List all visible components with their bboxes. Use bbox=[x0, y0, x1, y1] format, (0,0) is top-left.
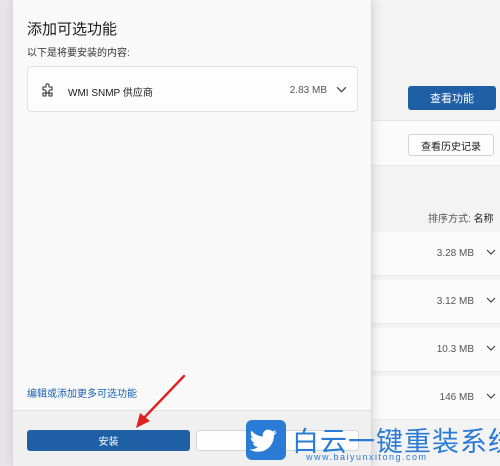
chevron-down-icon[interactable] bbox=[336, 84, 347, 95]
sort-label: 排序方式: bbox=[428, 214, 471, 225]
watermark: 白云一键重装系统 www.baiyunxitong.com bbox=[244, 418, 500, 466]
watermark-url: www.baiyunxitong.com bbox=[306, 452, 428, 462]
dialog-title: 添加可选功能 bbox=[27, 21, 118, 38]
chevron-down-icon[interactable] bbox=[486, 247, 496, 257]
feature-item[interactable]: WMI SNMP 供应商 2.83 MB bbox=[27, 66, 358, 112]
background-left-strip bbox=[0, 0, 12, 466]
sort-value: 名称 bbox=[473, 214, 494, 225]
view-history-button[interactable]: 查看历史记录 bbox=[408, 134, 494, 156]
installed-feature-row[interactable]: 10.3 MB bbox=[372, 328, 500, 372]
installed-feature-row[interactable]: 3.28 MB bbox=[372, 232, 500, 276]
puzzle-icon bbox=[42, 83, 53, 97]
feature-size: 10.3 MB bbox=[436, 344, 474, 355]
feature-name: WMI SNMP 供应商 bbox=[68, 88, 153, 99]
twitter-bird-logo-icon bbox=[246, 420, 286, 460]
install-button[interactable]: 安装 bbox=[27, 430, 190, 451]
add-optional-feature-dialog: 添加可选功能 以下是将要安装的内容: WMI SNMP 供应商 2.83 MB … bbox=[12, 0, 372, 466]
installed-feature-row[interactable]: 146 MB bbox=[372, 376, 500, 420]
chevron-down-icon[interactable] bbox=[486, 343, 496, 353]
feature-size: 2.83 MB bbox=[289, 85, 327, 96]
dialog-subtitle: 以下是将要安装的内容: bbox=[27, 48, 130, 59]
feature-size: 146 MB bbox=[439, 392, 474, 403]
view-features-button[interactable]: 查看功能 bbox=[408, 86, 496, 110]
chevron-down-icon[interactable] bbox=[486, 391, 496, 401]
chevron-down-icon[interactable] bbox=[486, 295, 496, 305]
sort-control[interactable]: 排序方式: 名称 bbox=[428, 210, 494, 225]
feature-size: 3.28 MB bbox=[436, 248, 474, 259]
edit-more-features-link[interactable]: 编辑或添加更多可选功能 bbox=[27, 385, 137, 400]
feature-size: 3.12 MB bbox=[436, 296, 474, 307]
installed-feature-row[interactable]: 3.12 MB bbox=[372, 280, 500, 324]
